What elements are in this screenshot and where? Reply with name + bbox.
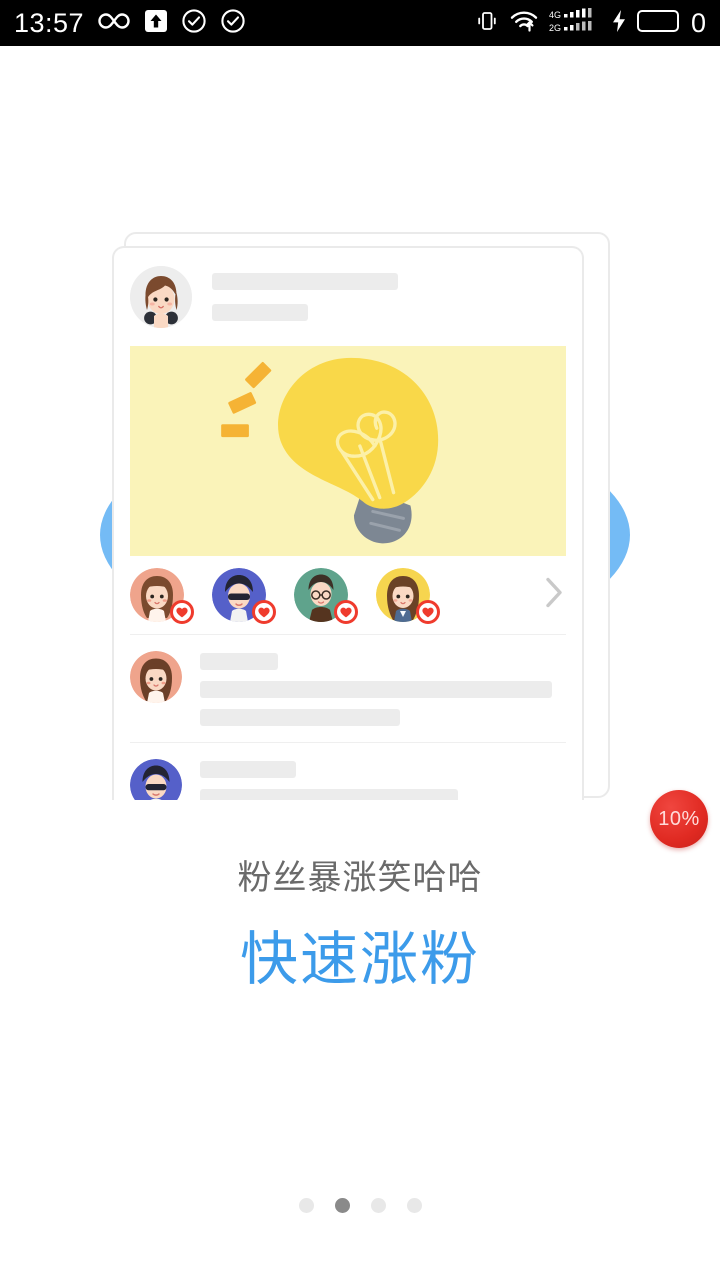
charging-bolt-icon: [611, 9, 627, 38]
signal-label-4g: 4G: [549, 10, 561, 20]
post-card-stack: [112, 232, 610, 802]
battery-level-text: 0: [690, 7, 706, 38]
upload-box-icon: [144, 9, 168, 38]
heart-badge: [170, 600, 194, 624]
status-bar-left-group: 13:57: [14, 8, 246, 39]
page-dot-1[interactable]: [298, 1198, 314, 1213]
comment-avatar-2: [130, 759, 182, 800]
page-indicator[interactable]: [0, 1198, 720, 1213]
skeleton-bar: [200, 789, 458, 800]
user-avatar-brown-hair: [130, 266, 192, 328]
like-avatar-1[interactable]: [130, 568, 194, 624]
page-dot-3[interactable]: [370, 1198, 386, 1213]
skeleton-bar: [200, 761, 296, 778]
signal-label-2g: 2G: [549, 23, 561, 33]
battery-icon: [636, 9, 681, 37]
check-circle-icon-2: [220, 8, 246, 39]
status-bar-right-group: 4G 2G 0: [475, 7, 706, 39]
caption-title: 快速涨粉: [239, 927, 480, 993]
like-avatar-4[interactable]: [376, 568, 440, 624]
post-card-header: [114, 248, 582, 342]
status-bar: 13:57 4G 2G 0: [0, 0, 720, 46]
comment-row: [114, 743, 582, 800]
skeleton-bar: [212, 273, 398, 290]
wifi-icon: [509, 9, 539, 38]
page-dot-4[interactable]: [406, 1198, 422, 1213]
skeleton-bar: [200, 709, 400, 726]
signal-icon: 4G 2G: [549, 7, 601, 39]
infinity-icon: [97, 11, 131, 36]
comment-skeleton: [200, 759, 566, 800]
page-dot-2[interactable]: [334, 1198, 350, 1213]
post-card-front: [112, 246, 584, 800]
heart-badge: [416, 600, 440, 624]
caption-block: 粉丝暴涨笑哈哈 快速涨粉: [0, 856, 720, 997]
vibrate-icon: [475, 9, 499, 38]
comment-skeleton: [200, 651, 566, 726]
chevron-right-icon[interactable]: [544, 577, 564, 614]
onboarding-illustration: 10% 粉丝暴涨笑哈哈 快速涨粉: [0, 46, 720, 1280]
heart-badge: [334, 600, 358, 624]
comment-row: [114, 635, 582, 742]
progress-percent-badge[interactable]: 10%: [650, 790, 708, 848]
like-avatar-2[interactable]: [212, 568, 276, 624]
skeleton-bar: [200, 653, 278, 670]
caption-subtitle: 粉丝暴涨笑哈哈: [237, 859, 483, 897]
lightbulb-illustration: [130, 346, 566, 556]
heart-badge: [252, 600, 276, 624]
skeleton-bar: [200, 681, 552, 698]
status-clock: 13:57: [14, 7, 85, 38]
likes-avatars-row[interactable]: [114, 556, 582, 634]
like-avatar-3[interactable]: [294, 568, 358, 624]
comment-avatar-1: [130, 651, 182, 703]
check-circle-icon-1: [181, 8, 207, 39]
skeleton-bar: [212, 304, 308, 321]
post-card-header-skeleton: [212, 273, 398, 321]
